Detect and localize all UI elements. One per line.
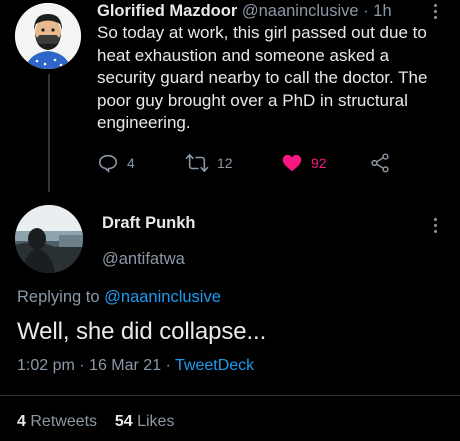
retweets-count: 4 bbox=[17, 413, 26, 430]
display-name[interactable]: Glorified Mazdoor bbox=[97, 2, 237, 20]
retweets-stat[interactable]: 4 Retweets bbox=[17, 413, 97, 430]
likes-label: Likes bbox=[137, 413, 175, 430]
tweet-time[interactable]: 1h bbox=[373, 2, 391, 20]
share-button[interactable] bbox=[369, 150, 391, 176]
avatar-photo-image bbox=[15, 205, 83, 273]
reply-count: 4 bbox=[127, 155, 135, 171]
tweet-date[interactable]: 16 Mar 21 bbox=[89, 357, 161, 374]
divider bbox=[0, 395, 460, 396]
retweet-icon bbox=[185, 153, 209, 173]
thread-connector-line bbox=[48, 74, 50, 192]
replying-to-label: Replying to bbox=[17, 288, 100, 306]
replying-to: Replying to @naaninclusive bbox=[17, 288, 221, 307]
like-button[interactable]: 92 bbox=[281, 150, 327, 176]
time-separator: · bbox=[363, 2, 369, 20]
more-icon[interactable] bbox=[432, 4, 438, 19]
tweet-text-line: So today at work, this girl passed out d… bbox=[97, 23, 427, 42]
reply-button[interactable]: 4 bbox=[97, 150, 135, 176]
likes-stat[interactable]: 54 Likes bbox=[115, 413, 175, 430]
share-icon bbox=[371, 153, 389, 173]
tweet-stats: 4 Retweets 54 Likes bbox=[17, 413, 174, 431]
original-tweet[interactable]: Glorified Mazdoor @naaninclusive · 1h So… bbox=[97, 0, 442, 135]
tweet-text-line: security guard nearby to call the doctor… bbox=[97, 68, 428, 87]
like-count: 92 bbox=[311, 155, 327, 171]
meta-separator: · bbox=[79, 357, 85, 374]
reply-user-handle[interactable]: @antifatwa bbox=[102, 250, 185, 269]
tweet-text-line: heat exhaustion and someone asked a bbox=[97, 45, 390, 65]
avatar-draft-punkh[interactable] bbox=[15, 205, 83, 273]
retweet-count: 12 bbox=[217, 155, 233, 171]
tweet-header: Glorified Mazdoor @naaninclusive · 1h bbox=[97, 0, 442, 22]
likes-count: 54 bbox=[114, 413, 133, 430]
tweet-text-line: engineering. bbox=[97, 113, 191, 132]
tweet-meta: 1:02 pm · 16 Mar 21 · TweetDeck bbox=[17, 357, 254, 375]
avatar-cartoon-image bbox=[15, 3, 81, 69]
retweet-button[interactable]: 12 bbox=[185, 150, 233, 176]
reply-display-name[interactable]: Draft Punkh bbox=[102, 214, 196, 233]
tweet-actions: 4 12 92 bbox=[97, 150, 397, 176]
more-icon[interactable] bbox=[432, 218, 438, 233]
user-handle[interactable]: @naaninclusive bbox=[242, 2, 359, 20]
meta-separator: · bbox=[165, 357, 171, 374]
avatar-glorified-mazdoor[interactable] bbox=[15, 3, 81, 69]
tweet-text-line: poor guy brought over a PhD in structura… bbox=[97, 90, 408, 110]
tweet-time[interactable]: 1:02 pm bbox=[17, 357, 75, 374]
reply-tweet-text: Well, she did collapse... bbox=[17, 318, 267, 345]
tweet-source[interactable]: TweetDeck bbox=[175, 357, 254, 374]
tweet-text: So today at work, this girl passed out d… bbox=[97, 22, 442, 135]
reply-icon bbox=[98, 154, 118, 174]
retweets-label: Retweets bbox=[30, 413, 98, 430]
heart-icon bbox=[282, 154, 302, 172]
replying-to-mention[interactable]: @naaninclusive bbox=[104, 288, 221, 306]
